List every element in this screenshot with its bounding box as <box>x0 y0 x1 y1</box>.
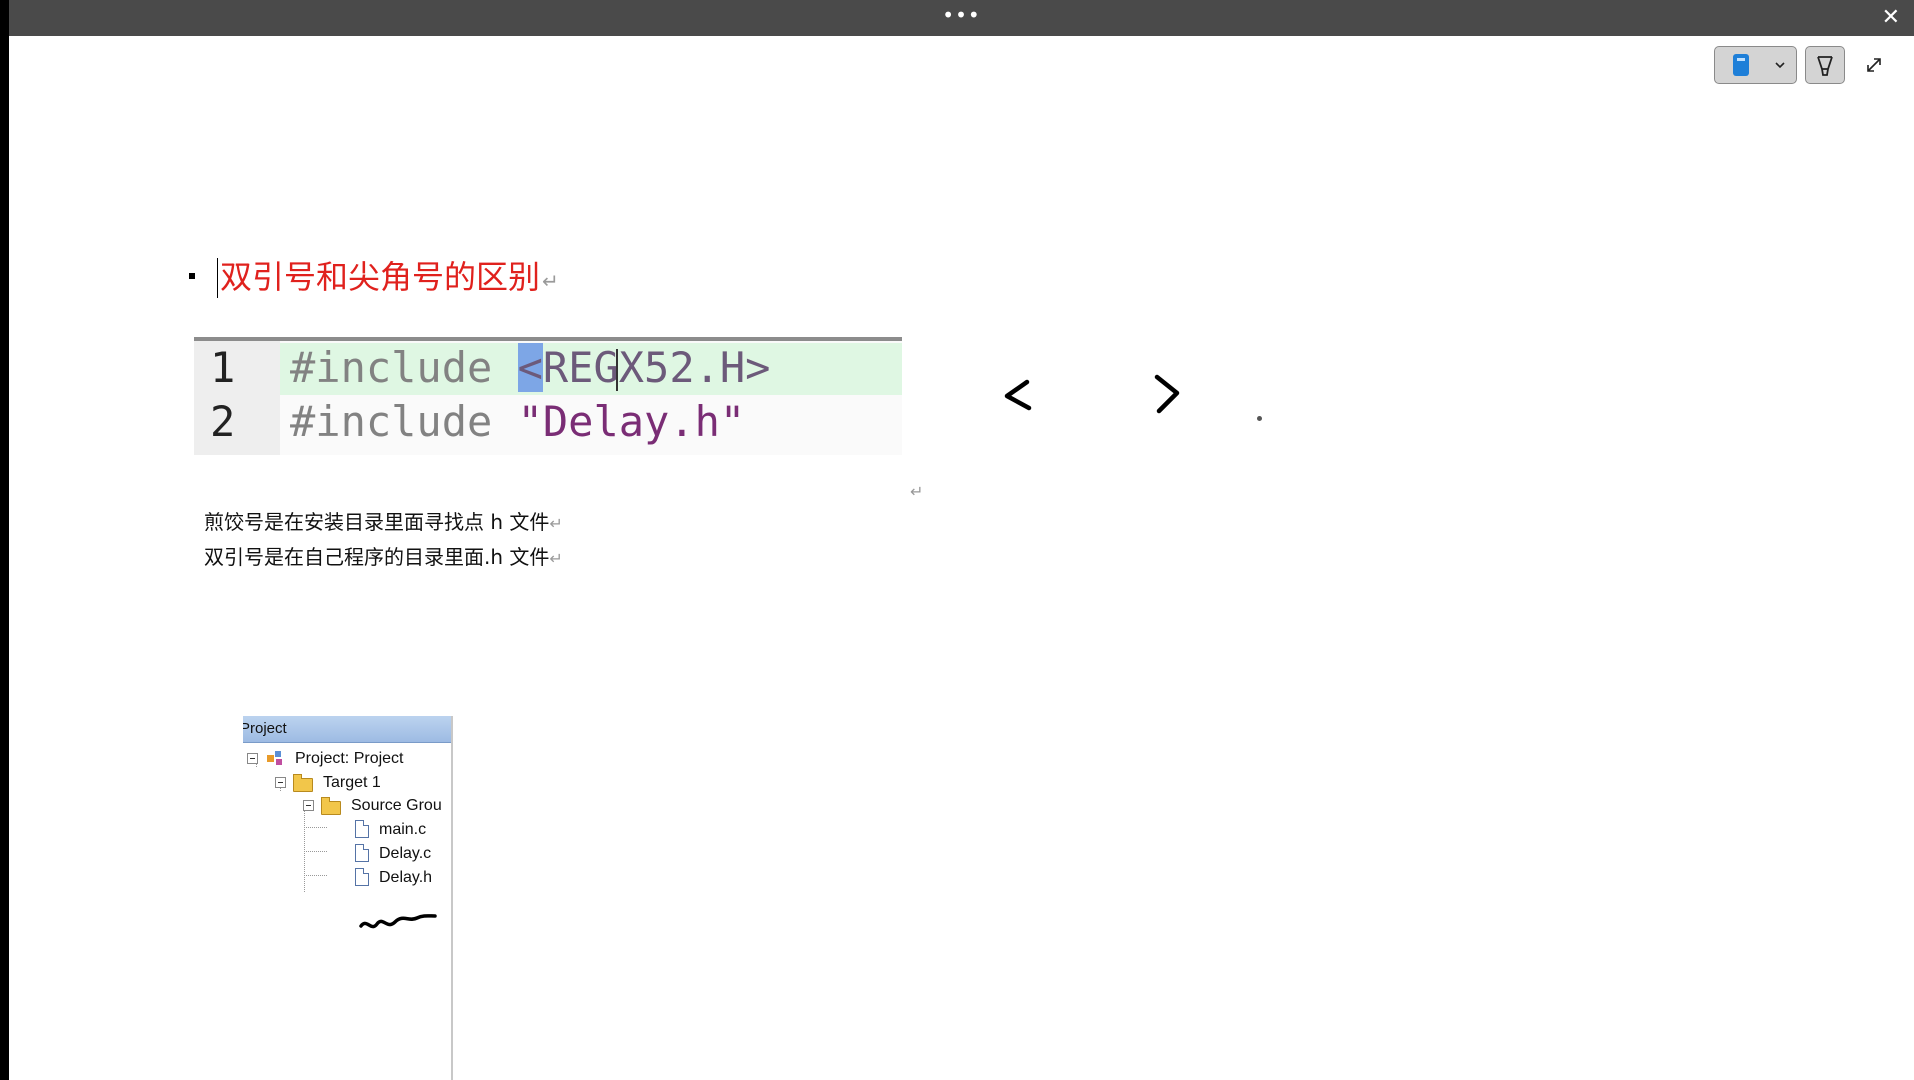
note-canvas[interactable]: 双引号和尖角号的区别 ↵ 1 #include <REGX52.H> 2 #inc… <box>9 36 1914 1080</box>
expand-button[interactable] <box>1861 52 1887 78</box>
tree-item-label: Project: Project <box>295 750 404 767</box>
pen-icon <box>1733 54 1749 76</box>
note-text: 双引号是在自己程序的目录里面.h 文件 <box>204 545 550 569</box>
tree-item-file[interactable]: Delay.c <box>243 842 451 866</box>
code-line: 1 #include <REGX52.H> <box>194 341 902 395</box>
chevron-down-icon <box>1774 55 1786 79</box>
eraser-icon <box>1817 56 1833 76</box>
code-keyword: #include <box>290 397 493 446</box>
target-folder-icon <box>293 774 313 792</box>
tree-item-label: main.c <box>379 821 427 838</box>
ibeam-cursor-icon <box>616 349 618 391</box>
eraser-button[interactable] <box>1805 46 1845 84</box>
ink-greater-than[interactable] <box>1149 373 1183 417</box>
text-cursor <box>217 258 218 298</box>
ink-dot <box>1257 416 1262 421</box>
tree-item-label: Delay.h <box>379 869 433 886</box>
pen-picker-button[interactable] <box>1714 46 1797 84</box>
more-options-icon[interactable]: ••• <box>942 5 980 25</box>
note-text: 煎饺号是在安装目录里面寻找点 h 文件 <box>204 510 550 534</box>
paragraph-mark: ↵ <box>542 269 559 293</box>
code-string: REGX52.H> <box>542 343 771 392</box>
ink-squiggle-underline[interactable] <box>357 908 439 938</box>
tree-item-target[interactable]: Target 1 <box>243 771 451 795</box>
paragraph-mark: ↵ <box>549 549 563 568</box>
tree-item-label: Target 1 <box>323 774 381 791</box>
folder-icon <box>321 797 341 815</box>
title-bar: ••• ✕ <box>9 0 1914 36</box>
project-panel-screenshot[interactable]: Project Project: Project Target 1 Source… <box>243 716 453 1080</box>
collapse-icon[interactable] <box>247 753 258 764</box>
expand-icon <box>1867 58 1881 72</box>
project-panel-header: Project <box>243 716 451 743</box>
tree-item-project[interactable]: Project: Project <box>243 747 451 771</box>
tree-item-source-group[interactable]: Source Grou <box>243 794 451 818</box>
bullet-point <box>189 273 195 279</box>
note-line-angle-brackets[interactable]: 煎饺号是在安装目录里面寻找点 h 文件↵ <box>204 508 563 538</box>
project-icon <box>267 751 282 765</box>
note-heading[interactable]: 双引号和尖角号的区别 ↵ <box>220 257 559 301</box>
code-keyword: #include <box>290 343 493 392</box>
code-string: "Delay.h" <box>517 397 746 446</box>
line-number: 2 <box>210 397 236 446</box>
code-line: 2 #include "Delay.h" <box>194 395 902 449</box>
tree-item-file[interactable]: Delay.h <box>243 866 451 890</box>
tree-item-file[interactable]: main.c <box>243 818 451 842</box>
close-icon[interactable]: ✕ <box>1882 6 1900 30</box>
tree-item-label: Source Grou <box>351 797 442 814</box>
paragraph-mark: ↵ <box>910 482 924 501</box>
file-icon <box>355 844 369 862</box>
code-screenshot[interactable]: 1 #include <REGX52.H> 2 #include "Delay.… <box>194 337 902 455</box>
project-header-label: Project <box>243 720 287 737</box>
file-icon <box>355 820 369 838</box>
tree-item-label: Delay.c <box>379 845 432 862</box>
note-line-double-quotes[interactable]: 双引号是在自己程序的目录里面.h 文件↵ <box>204 543 563 573</box>
ink-less-than[interactable] <box>1001 376 1035 416</box>
code-selection: < <box>517 343 543 392</box>
collapse-icon[interactable] <box>275 777 286 788</box>
heading-text: 双引号和尖角号的区别 <box>220 258 541 296</box>
paragraph-mark: ↵ <box>549 514 563 533</box>
collapse-icon[interactable] <box>303 800 314 811</box>
line-number: 1 <box>210 343 236 392</box>
file-icon <box>355 868 369 886</box>
